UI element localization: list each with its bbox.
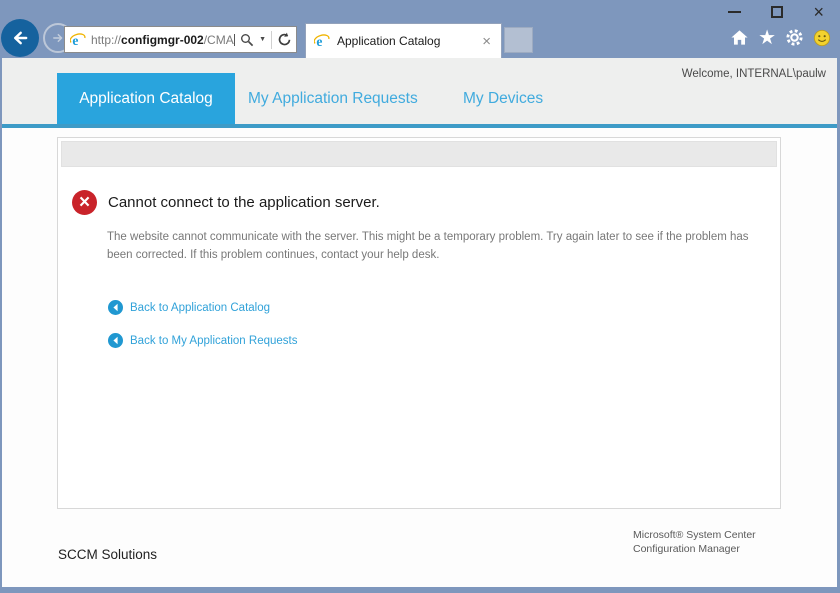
page-viewport: Welcome, INTERNAL\paulw Application Cata… xyxy=(2,58,837,587)
back-arrow-icon xyxy=(7,25,33,51)
branding-line-2: Configuration Manager xyxy=(633,543,756,557)
error-panel: × Cannot connect to the application serv… xyxy=(57,137,781,509)
nav-tab-my-devices[interactable]: My Devices xyxy=(463,73,543,124)
nav-tab-my-application-requests[interactable]: My Application Requests xyxy=(248,73,418,124)
tab-title: Application Catalog xyxy=(337,34,480,48)
nav-tab-application-catalog[interactable]: Application Catalog xyxy=(57,73,235,124)
branding-line-1: Microsoft® System Center xyxy=(633,529,756,543)
feedback-smiley-icon[interactable] xyxy=(813,29,831,47)
close-window-button[interactable]: × xyxy=(813,5,824,19)
product-branding: Microsoft® System Center Configuration M… xyxy=(633,529,756,556)
back-to-application-catalog-link[interactable]: Back to Application Catalog xyxy=(108,300,270,315)
panel-toolbar xyxy=(61,141,777,167)
url-dropdown-caret-icon[interactable]: ▼ xyxy=(259,36,266,43)
link-label: Back to Application Catalog xyxy=(130,302,270,314)
home-icon[interactable] xyxy=(730,28,749,47)
settings-gear-icon[interactable] xyxy=(785,28,804,47)
maximize-button[interactable] xyxy=(771,6,783,18)
site-header: Welcome, INTERNAL\paulw Application Cata… xyxy=(2,58,837,124)
search-icon[interactable] xyxy=(240,33,254,47)
main-content: × Cannot connect to the application serv… xyxy=(2,128,837,587)
ie-site-icon: e xyxy=(70,32,86,48)
link-label: Back to My Application Requests xyxy=(130,335,297,347)
minimize-button[interactable] xyxy=(728,11,741,13)
welcome-user-text: Welcome, INTERNAL\paulw xyxy=(682,68,826,80)
browser-tab-application-catalog[interactable]: e Application Catalog × xyxy=(305,23,502,58)
close-tab-icon[interactable]: × xyxy=(480,33,493,50)
address-bar-tools: ▼ xyxy=(240,31,292,49)
ie-tab-icon: e xyxy=(314,33,330,49)
url-text[interactable]: http://configmgr-002/CMA xyxy=(91,33,240,47)
site-name-text: SCCM Solutions xyxy=(58,547,157,562)
browser-back-button[interactable] xyxy=(1,19,39,57)
error-title: Cannot connect to the application server… xyxy=(108,194,380,211)
refresh-icon[interactable] xyxy=(277,32,292,47)
address-bar[interactable]: e http://configmgr-002/CMA ▼ xyxy=(64,26,297,53)
error-x-icon: × xyxy=(72,190,97,215)
favorites-star-icon[interactable]: ★ xyxy=(758,29,776,47)
back-to-my-application-requests-link[interactable]: Back to My Application Requests xyxy=(108,333,297,348)
window-controls: × xyxy=(728,2,824,22)
browser-chrome: × e http://configmgr-002/CMA ▼ xyxy=(0,0,840,58)
error-description: The website cannot communicate with the … xyxy=(107,229,767,265)
browser-window: × e http://configmgr-002/CMA ▼ xyxy=(0,0,840,593)
back-circle-icon xyxy=(108,333,123,348)
browser-action-icons: ★ xyxy=(730,28,831,47)
divider xyxy=(271,31,272,49)
new-tab-button[interactable] xyxy=(504,27,533,53)
error-heading-row: × Cannot connect to the application serv… xyxy=(72,190,380,215)
back-circle-icon xyxy=(108,300,123,315)
text-cursor xyxy=(234,34,235,46)
